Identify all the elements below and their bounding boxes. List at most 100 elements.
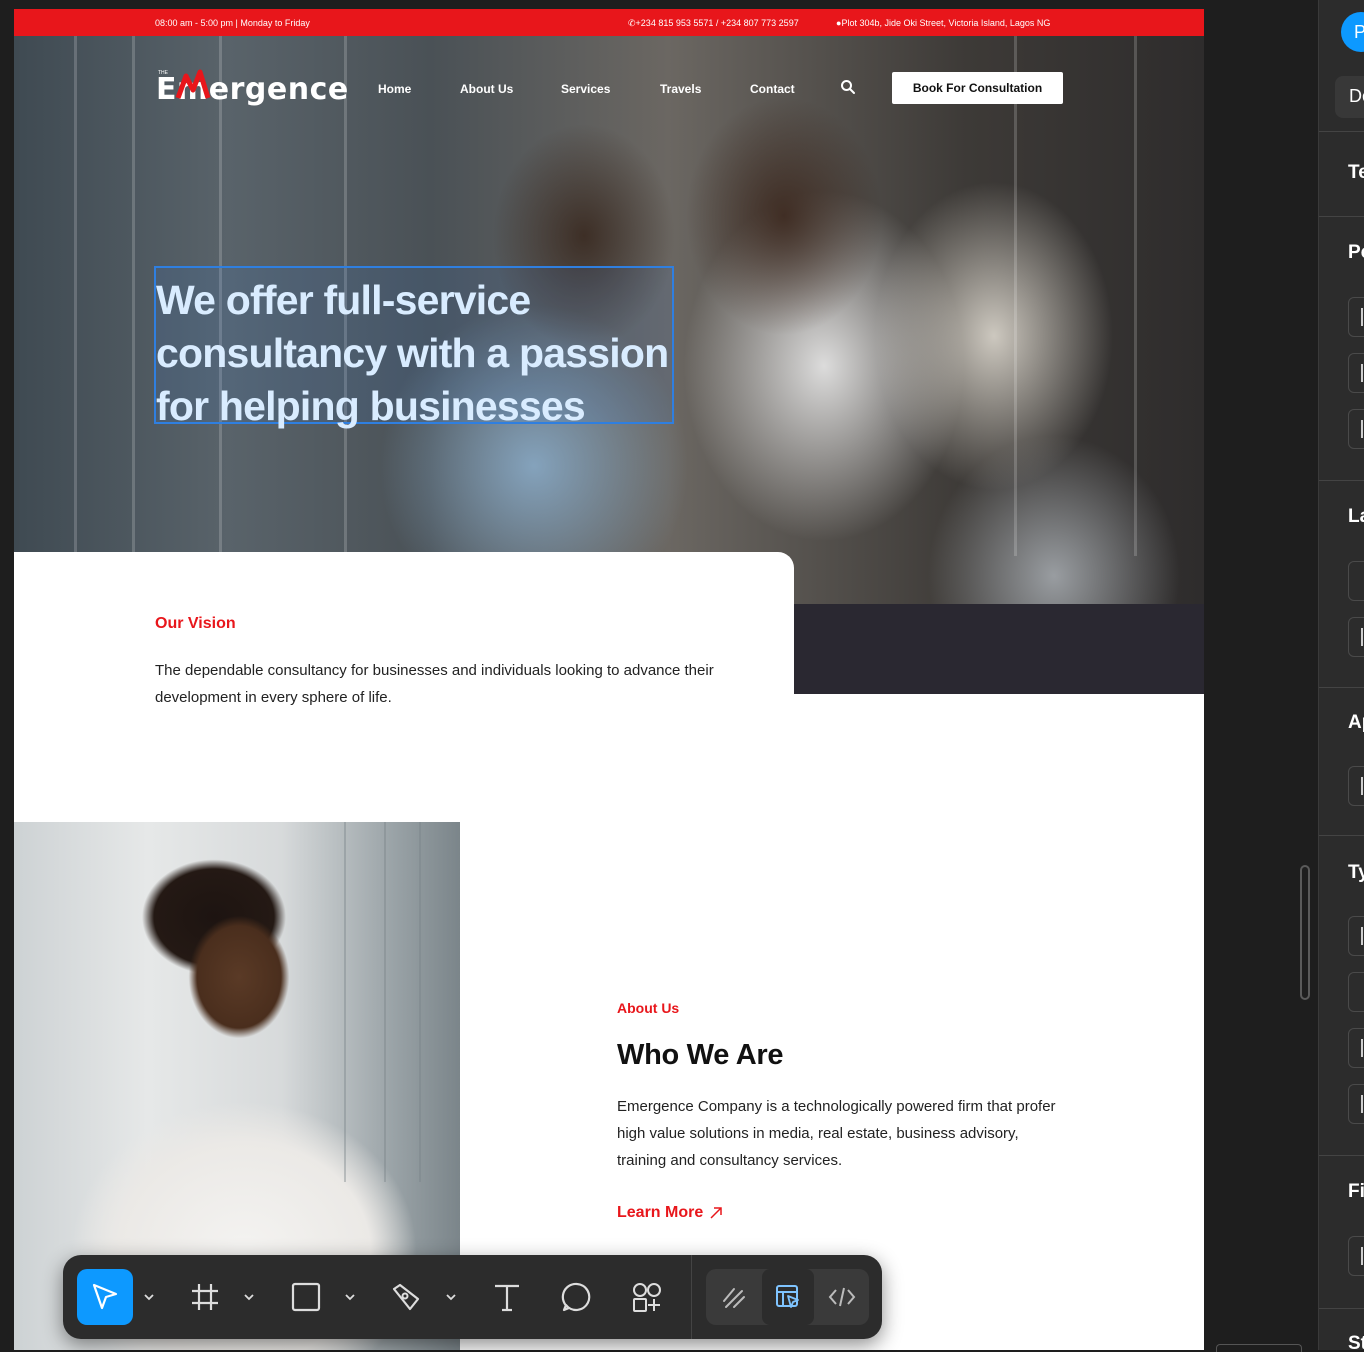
properties-panel: P De Te Po La Ap Ty Fi St <box>1318 0 1364 1350</box>
top-info-bar: 08:00 am - 5:00 pm | Monday to Friday ✆+… <box>14 9 1204 36</box>
fill-field[interactable] <box>1348 1236 1364 1276</box>
design-layout-icon <box>776 1285 799 1308</box>
hero-headline-line: consultancy with a passion <box>156 330 669 376</box>
learn-more-label: Learn More <box>617 1204 704 1221</box>
about-eyebrow: About Us <box>617 1000 680 1016</box>
position-field[interactable] <box>1348 409 1364 449</box>
vision-card <box>14 552 794 757</box>
move-tool-button[interactable] <box>77 1269 133 1325</box>
arrow-up-right-icon <box>710 1207 722 1219</box>
about-title: Who We Are <box>617 1039 784 1071</box>
panel-divider <box>1319 131 1364 132</box>
phone-info: ✆+234 815 953 5571 / +234 807 773 2597 <box>628 18 799 29</box>
window-mullion <box>132 36 135 556</box>
website-frame[interactable]: 08:00 am - 5:00 pm | Monday to Friday ✆+… <box>14 9 1204 1350</box>
about-text-line: training and consultancy services. <box>617 1152 843 1169</box>
text-tool-button[interactable] <box>479 1269 535 1325</box>
phone-numbers: +234 815 953 5571 / +234 807 773 2597 <box>635 18 799 28</box>
frame-tool-button[interactable] <box>177 1269 233 1325</box>
window-mullion <box>1014 36 1017 556</box>
section-label: La <box>1348 506 1364 527</box>
nav-contact[interactable]: Contact <box>750 82 795 96</box>
comment-tool-button[interactable] <box>549 1269 605 1325</box>
panel-divider <box>1319 687 1364 688</box>
user-avatar[interactable]: P <box>1341 12 1364 52</box>
rectangle-icon <box>291 1282 321 1312</box>
panel-divider <box>1319 480 1364 481</box>
typography-field[interactable] <box>1348 1084 1364 1124</box>
address-info: ●Plot 304b, Jide Oki Street, Victoria Is… <box>836 18 1050 28</box>
window-frame <box>384 822 386 1182</box>
canvas-bottom-tab <box>1216 1344 1302 1352</box>
comment-bubble-icon <box>561 1282 591 1312</box>
typography-field[interactable] <box>1348 1028 1364 1068</box>
logo-m-mark-icon <box>175 69 211 99</box>
layout-field[interactable] <box>1348 617 1364 657</box>
section-label: Ap <box>1348 712 1364 733</box>
chevron-down-icon[interactable] <box>445 1291 457 1303</box>
nav-travels[interactable]: Travels <box>660 82 701 96</box>
pen-tool-button[interactable] <box>378 1269 434 1325</box>
panel-tab-design[interactable]: De <box>1335 76 1364 118</box>
about-text-line: high value solutions in media, real esta… <box>617 1125 1019 1142</box>
code-brackets-icon <box>828 1287 856 1307</box>
about-text-line: Emergence Company is a technologically p… <box>617 1098 1056 1115</box>
book-consultation-button[interactable]: Book For Consultation <box>892 72 1063 104</box>
design-mode-button[interactable] <box>760 1269 816 1325</box>
phone-icon: ✆ <box>628 18 636 28</box>
scribble-icon <box>723 1288 745 1308</box>
window-mullion <box>1134 36 1137 556</box>
chevron-down-icon[interactable] <box>243 1291 255 1303</box>
hero-photo-shadow <box>794 604 1204 694</box>
draw-mode-button[interactable] <box>706 1269 762 1325</box>
frame-hash-icon <box>192 1284 218 1310</box>
text-t-icon <box>495 1284 519 1312</box>
panel-divider <box>1319 216 1364 217</box>
window-mullion <box>74 36 77 556</box>
vision-title: Our Vision <box>155 615 236 632</box>
typography-field[interactable] <box>1348 972 1364 1012</box>
shapes-grid-icon <box>633 1283 661 1312</box>
panel-divider <box>1319 835 1364 836</box>
position-field[interactable] <box>1348 297 1364 337</box>
search-icon[interactable] <box>840 79 856 95</box>
pen-nib-icon <box>392 1283 420 1311</box>
panel-divider <box>1319 1155 1364 1156</box>
business-hours: 08:00 am - 5:00 pm | Monday to Friday <box>155 18 310 28</box>
position-field[interactable] <box>1348 353 1364 393</box>
canvas-scrollbar[interactable] <box>1300 865 1310 1000</box>
typography-field[interactable] <box>1348 916 1364 956</box>
hero-headline-line: We offer full-service <box>156 277 531 323</box>
design-canvas[interactable]: 08:00 am - 5:00 pm | Monday to Friday ✆+… <box>0 0 1318 1352</box>
dev-mode-button[interactable] <box>814 1269 870 1325</box>
nav-about-us[interactable]: About Us <box>460 82 513 96</box>
chevron-down-icon[interactable] <box>344 1291 356 1303</box>
bottom-toolbar <box>63 1255 882 1339</box>
panel-divider <box>1319 1308 1364 1309</box>
hero-headline-line: for helping businesses <box>156 383 586 429</box>
vision-text-line: development in every sphere of life. <box>155 689 392 706</box>
vision-text-line: The dependable consultancy for businesse… <box>155 662 714 679</box>
nav-home[interactable]: Home <box>378 82 411 96</box>
address-text: Plot 304b, Jide Oki Street, Victoria Isl… <box>841 18 1051 28</box>
hero-headline[interactable]: We offer full-service consultancy with a… <box>156 274 686 433</box>
components-tool-button[interactable] <box>619 1269 675 1325</box>
section-label: Fi <box>1348 1181 1364 1202</box>
window-frame <box>419 822 421 1182</box>
chevron-down-icon[interactable] <box>143 1291 155 1303</box>
brand-logo[interactable]: THE Emergence <box>156 68 348 108</box>
vision-text: The dependable consultancy for businesse… <box>155 657 765 711</box>
mode-switcher <box>706 1269 869 1325</box>
layout-field[interactable] <box>1348 561 1364 601</box>
cursor-arrow-icon <box>92 1283 118 1310</box>
section-label: Po <box>1348 242 1364 263</box>
section-label: St <box>1348 1333 1364 1350</box>
about-text: Emergence Company is a technologically p… <box>617 1093 1097 1174</box>
nav-services[interactable]: Services <box>561 82 610 96</box>
learn-more-link[interactable]: Learn More <box>617 1204 723 1222</box>
rectangle-tool-button[interactable] <box>278 1269 334 1325</box>
section-label: Ty <box>1348 862 1364 883</box>
window-frame <box>344 822 346 1182</box>
appearance-field[interactable] <box>1348 766 1364 806</box>
toolbar-divider <box>691 1255 692 1339</box>
